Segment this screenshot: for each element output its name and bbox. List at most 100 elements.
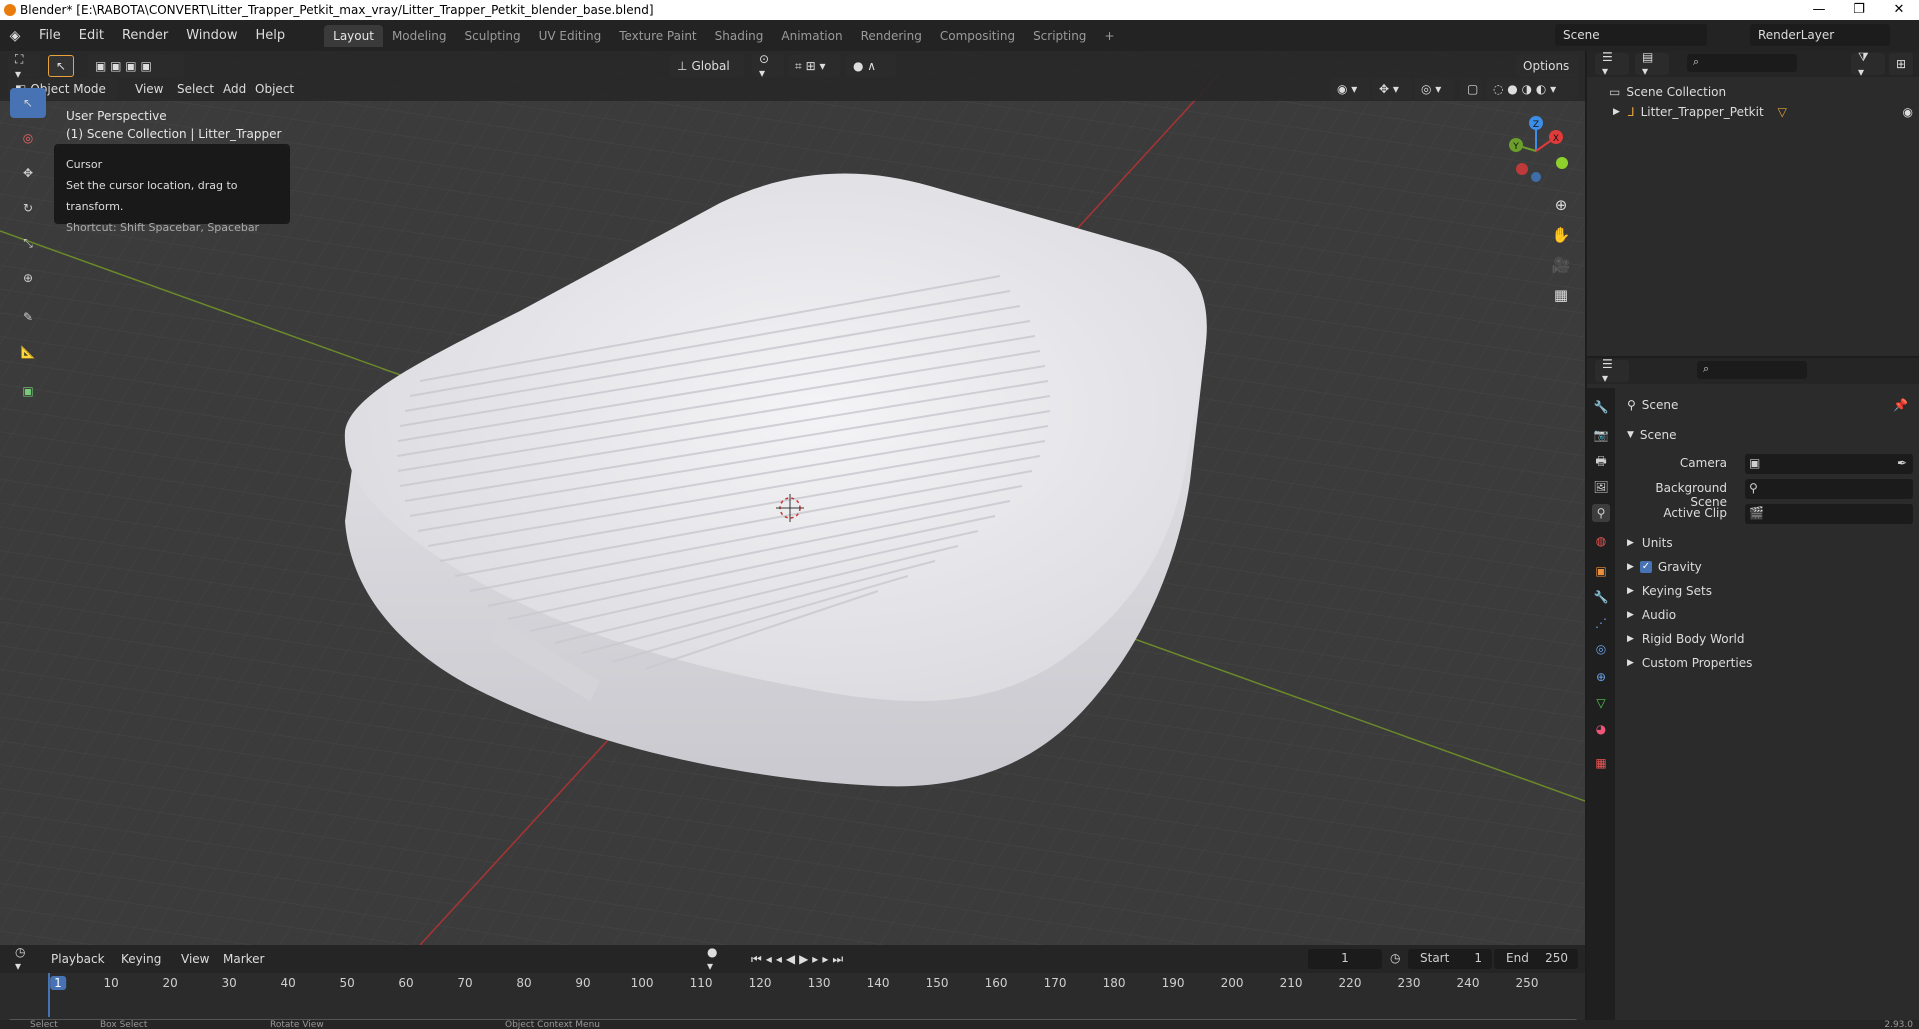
zoom-icon[interactable]: ⊕ [1548, 192, 1574, 218]
tab-layout[interactable]: Layout [324, 24, 383, 47]
tab-compositing[interactable]: Compositing [931, 25, 1024, 47]
menu-help[interactable]: Help [247, 28, 295, 43]
pan-hand-icon[interactable]: ✋ [1548, 222, 1574, 248]
pin-icon[interactable]: 📌 [1893, 398, 1908, 412]
tab-texture-paint[interactable]: Texture Paint [610, 25, 705, 47]
background-scene-field[interactable]: ⚲ [1745, 479, 1913, 499]
clock-icon[interactable]: ◷ [1390, 951, 1400, 965]
tab-shading[interactable]: Shading [706, 25, 773, 47]
properties-search-input[interactable]: ⌕ [1697, 361, 1807, 379]
viewport-menu-view[interactable]: View [128, 78, 170, 100]
rotate-tool-icon[interactable]: ↻ [10, 193, 46, 223]
playback-controls[interactable]: ⏮◂◂◀▶▸▸⏭ [744, 948, 864, 970]
physics-tab-icon[interactable]: ◎ [1592, 640, 1610, 658]
outliner-scene-collection[interactable]: ▭ Scene Collection [1609, 85, 1726, 99]
proportional-edit-toggle[interactable]: ● ∧ [846, 55, 896, 77]
material-tab-icon[interactable]: ◕ [1592, 720, 1610, 738]
tab-modeling[interactable]: Modeling [383, 25, 456, 47]
outliner-editor-type-icon[interactable]: ☰ ▾ [1595, 50, 1629, 78]
visibility-icon[interactable]: ◉ ▾ [1330, 78, 1370, 100]
transform-tool-icon[interactable]: ⊕ [10, 263, 46, 293]
tab-rendering[interactable]: Rendering [852, 25, 931, 47]
filter-icon[interactable]: ⧩ ▾ [1851, 50, 1885, 79]
xray-toggle-icon[interactable]: ▢ [1460, 78, 1482, 100]
properties-editor-type-icon[interactable]: ☰ ▾ [1595, 357, 1629, 385]
timeline-menu-view[interactable]: View [174, 948, 216, 970]
snap-toggle[interactable]: ⌗ ⊞ ▾ [788, 55, 840, 77]
move-tool-icon[interactable]: ✥ [10, 158, 46, 188]
outliner-item[interactable]: ▶ ⅃ Litter_Trapper_Petkit ▽ ◉ [1613, 105, 1913, 119]
keying-sets-panel-header[interactable]: ▶ Keying Sets [1627, 584, 1712, 598]
expand-arrow-icon[interactable]: ▶ [1613, 107, 1620, 117]
ortho-toggle-icon[interactable]: ▦ [1548, 282, 1574, 308]
maximize-button[interactable]: ❐ [1839, 0, 1879, 20]
audio-panel-header[interactable]: ▶ Audio [1627, 608, 1676, 622]
scene-panel-header[interactable]: ▼ Scene [1627, 428, 1677, 442]
menu-edit[interactable]: Edit [70, 28, 113, 43]
navigation-gizmo[interactable]: Z X Y [1496, 111, 1576, 191]
scene-tab-icon[interactable]: ⚲ [1592, 504, 1610, 522]
minimize-button[interactable]: — [1799, 0, 1839, 20]
camera-field[interactable]: ▣ ✒ [1745, 454, 1913, 474]
editor-type-icon[interactable]: ⛶ ▾ [8, 52, 40, 81]
units-panel-header[interactable]: ▶ Units [1627, 536, 1673, 550]
menu-window[interactable]: Window [177, 28, 246, 43]
end-frame-field[interactable]: End 250 [1494, 949, 1578, 969]
select-tool-icon[interactable]: ↖ [48, 55, 74, 77]
timeline-menu-playback[interactable]: Playback [44, 948, 112, 970]
particles-tab-icon[interactable]: ⋰ [1592, 614, 1610, 632]
add-cube-tool-icon[interactable]: ▣ [10, 376, 46, 406]
camera-view-icon[interactable]: 🎥 [1548, 252, 1574, 278]
timeline-menu-marker[interactable]: Marker [216, 948, 271, 970]
timeline-menu-keying[interactable]: Keying [114, 948, 168, 970]
texture-tab-icon[interactable]: ▦ [1592, 754, 1610, 772]
scene-selector[interactable]: Scene [1555, 24, 1707, 46]
output-tab-icon[interactable]: 🖶 [1592, 452, 1610, 470]
gravity-panel-header[interactable]: ▶ ✓ Gravity [1627, 560, 1702, 574]
world-tab-icon[interactable]: ◍ [1592, 532, 1610, 550]
options-dropdown[interactable]: Options [1516, 55, 1578, 77]
gravity-checkbox[interactable]: ✓ [1639, 561, 1652, 573]
blender-menu-icon[interactable]: ◈ [0, 28, 30, 44]
record-button[interactable]: ● ▾ [700, 945, 730, 973]
scale-tool-icon[interactable]: ⤡ [10, 228, 46, 258]
constraints-tab-icon[interactable]: ⊕ [1592, 668, 1610, 686]
display-mode-icon[interactable]: ▤ ▾ [1635, 50, 1669, 78]
gizmo-toggle-icon[interactable]: ✥ ▾ [1372, 78, 1412, 100]
tab-sculpting[interactable]: Sculpting [456, 25, 530, 47]
new-collection-icon[interactable]: ⊞ [1889, 53, 1913, 75]
close-button[interactable]: ✕ [1879, 0, 1919, 20]
add-workspace-icon[interactable]: + [1095, 25, 1123, 47]
measure-tool-icon[interactable]: 📐 [10, 337, 46, 367]
data-tab-icon[interactable]: ▽ [1592, 694, 1610, 712]
render-tab-icon[interactable]: 📷 [1592, 426, 1610, 444]
current-frame-field[interactable]: 1 [1308, 949, 1382, 969]
tab-uv-editing[interactable]: UV Editing [530, 25, 611, 47]
menu-render[interactable]: Render [113, 28, 177, 43]
menu-file[interactable]: File [30, 28, 70, 43]
tool-tab-icon[interactable]: 🔧 [1592, 398, 1610, 416]
rigid-body-world-panel-header[interactable]: ▶ Rigid Body World [1627, 632, 1744, 646]
eyedropper-icon[interactable]: ✒ [1897, 456, 1907, 470]
visibility-eye-icon[interactable]: ◉ [1903, 105, 1913, 119]
overlay-toggle-icon[interactable]: ◎ ▾ [1414, 78, 1454, 100]
playhead[interactable] [48, 973, 50, 1017]
start-frame-field[interactable]: Start 1 [1408, 949, 1492, 969]
shading-mode-icons[interactable]: ◌ ● ◑ ◐ ▾ [1486, 78, 1578, 100]
tab-animation[interactable]: Animation [772, 25, 851, 47]
selection-mode-icons[interactable]: ▣ ▣ ▣ ▣ [88, 55, 184, 77]
cursor-tool-icon[interactable]: ◎ [10, 123, 46, 153]
tab-scripting[interactable]: Scripting [1024, 25, 1095, 47]
renderlayer-selector[interactable]: RenderLayer [1750, 24, 1890, 46]
modifier-tab-icon[interactable]: 🔧 [1592, 588, 1610, 606]
select-box-tool-icon[interactable]: ↖ [10, 88, 46, 118]
timeline-editor-type-icon[interactable]: ◷ ▾ [8, 945, 42, 973]
outliner-search-input[interactable]: ⌕ [1687, 54, 1797, 72]
view-layer-tab-icon[interactable]: 🖼 [1592, 478, 1610, 496]
viewport-menu-object[interactable]: Object [248, 78, 301, 100]
active-clip-field[interactable]: 🎬 [1745, 504, 1913, 524]
annotate-tool-icon[interactable]: ✎ [10, 302, 46, 332]
viewport-menu-select[interactable]: Select [170, 78, 221, 100]
custom-properties-panel-header[interactable]: ▶ Custom Properties [1627, 656, 1752, 670]
3d-viewport[interactable]: ⛶ ▾ ↖ ▣ ▣ ▣ ▣ ⊥ Global ⊙ ▾ ⌗ ⊞ ▾ ● ∧ Opt… [0, 51, 1585, 945]
